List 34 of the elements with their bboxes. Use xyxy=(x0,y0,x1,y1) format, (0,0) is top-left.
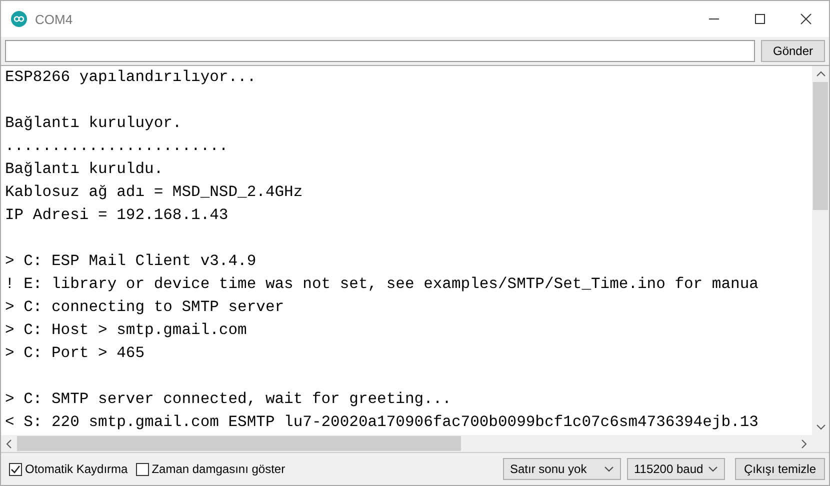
baud-rate-dropdown[interactable]: 115200 baud xyxy=(627,458,725,480)
line-ending-dropdown[interactable]: Satır sonu yok xyxy=(503,458,621,480)
close-icon[interactable] xyxy=(800,13,812,25)
vertical-scrollbar[interactable] xyxy=(812,66,829,452)
output-line: > C: Port > 465 xyxy=(5,343,146,364)
caret-icon xyxy=(708,466,718,472)
scroll-right-icon[interactable] xyxy=(800,438,808,448)
output-line: < S: 220 smtp.gmail.com ESMTP lu7-20020a170906fac700b0099bcf1c07c6sm4736394ejb.13 xyxy=(5,412,760,433)
scroll-up-icon[interactable] xyxy=(816,70,826,78)
clear-output-button[interactable]: Çıkışı temizle xyxy=(735,458,825,480)
output-line: > C: connecting to SMTP server xyxy=(5,297,286,318)
checkbox-label: Otomatik Kaydırma xyxy=(25,462,128,476)
app-logo-icon xyxy=(11,11,27,27)
checkbox[interactable] xyxy=(9,462,22,476)
output-line: Bağlantı kuruluyor. xyxy=(5,113,183,134)
checkbox-label: Zaman damgasını göster xyxy=(152,462,286,476)
output-line: > C: SMTP server connected, wait for greeting... xyxy=(5,389,452,410)
output-line: ESP8266 yapılandırılıyor... xyxy=(5,67,258,88)
output-line: IP Adresi = 192.168.1.43 xyxy=(5,205,230,226)
scroll-left-icon[interactable] xyxy=(5,438,13,448)
output-line: ! E: library or device time was not set, see examples/SMTP/Set_Time.ino for manua xyxy=(5,274,760,295)
output-line: ........................ xyxy=(5,136,230,157)
horizontal-scrollbar[interactable] xyxy=(1,435,812,452)
output-line: Bağlantı kuruldu. xyxy=(5,159,164,180)
send-button[interactable]: Gönder xyxy=(761,40,825,62)
output-line: > C: ESP Mail Client v3.4.9 xyxy=(5,251,258,272)
message-input-field[interactable] xyxy=(5,40,755,62)
maximize-icon[interactable] xyxy=(754,13,766,25)
output-line: Kablosuz ağ adı = MSD_NSD_2.4GHz xyxy=(5,182,304,203)
caret-icon xyxy=(604,466,614,472)
scroll-down-icon[interactable] xyxy=(816,423,826,431)
window-title: COM4 xyxy=(35,12,73,26)
checkbox[interactable] xyxy=(136,462,149,476)
output-line: > C: Host > smtp.gmail.com xyxy=(5,320,248,341)
